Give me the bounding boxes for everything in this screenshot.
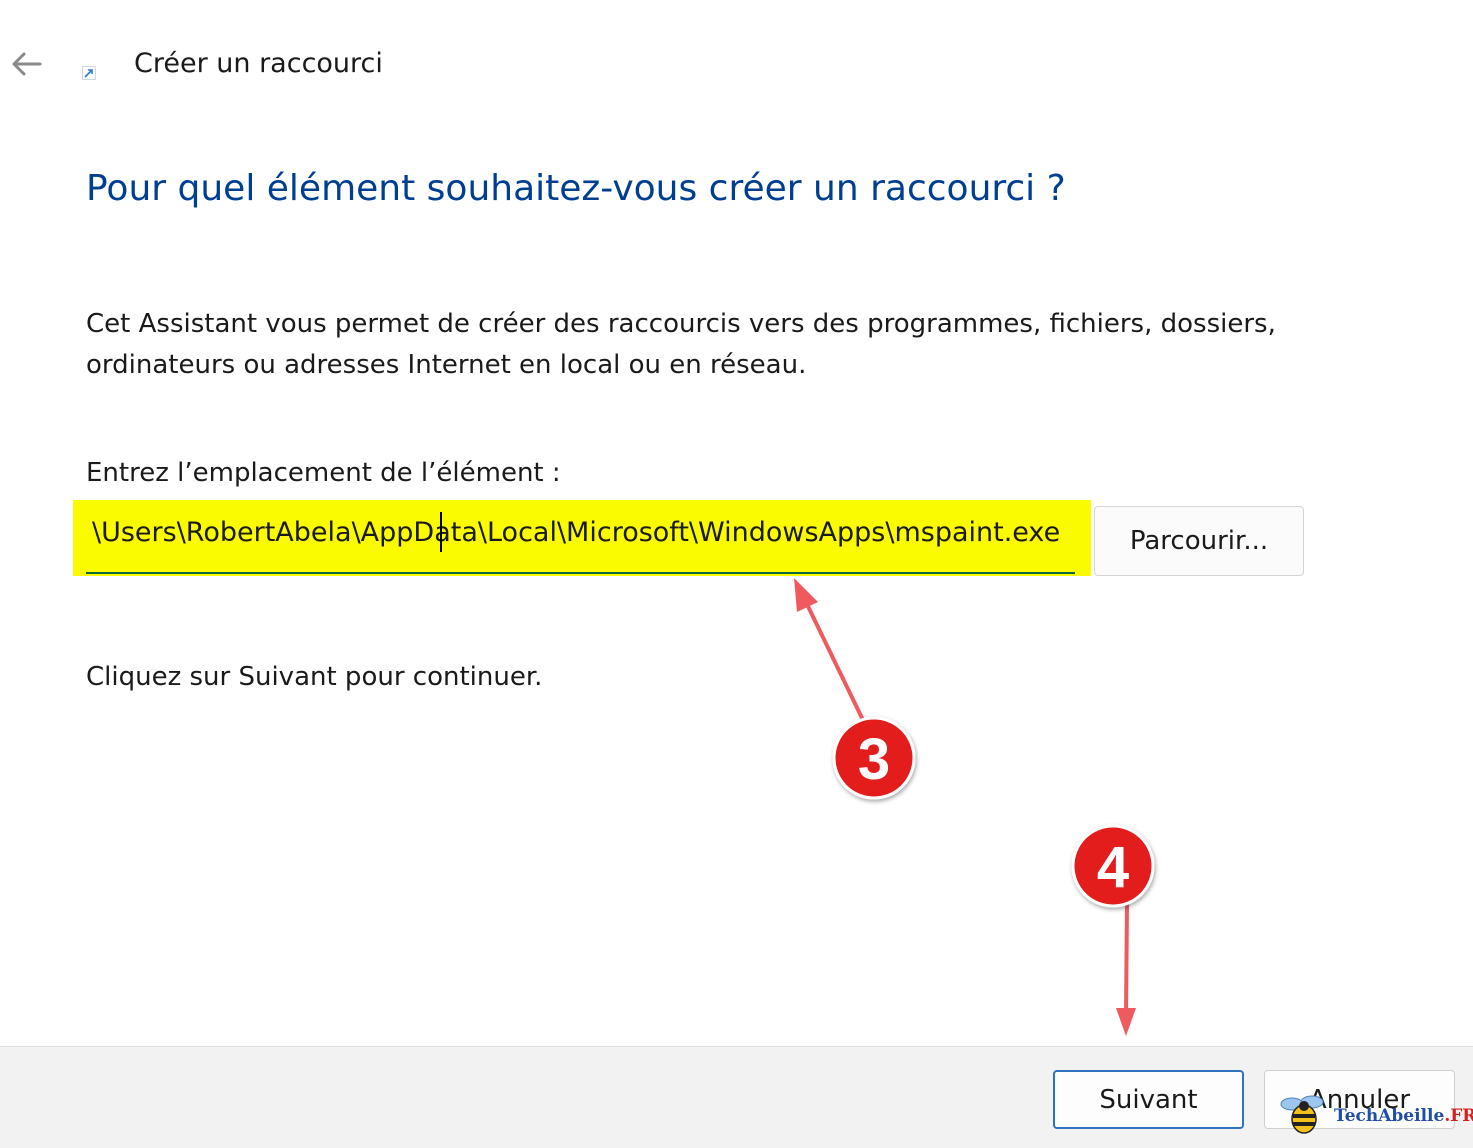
page-heading: Pour quel élément souhaitez-vous créer u… — [86, 168, 1066, 209]
annotation-arrow-4 — [1116, 902, 1136, 1036]
annotation-number-4: 4 — [1097, 835, 1129, 900]
continue-instruction: Cliquez sur Suivant pour continuer. — [86, 662, 543, 692]
location-label: Entrez l’emplacement de l’élément : — [86, 458, 561, 488]
location-input[interactable]: \Users\RobertAbela\AppData\Local\Microso… — [86, 506, 1075, 574]
shortcut-arrow-icon — [82, 66, 96, 80]
back-button[interactable] — [6, 44, 46, 84]
window-title: Créer un raccourci — [134, 48, 383, 79]
annotation-badge-4: 4 — [1071, 824, 1155, 908]
next-button[interactable]: Suivant — [1053, 1070, 1244, 1129]
annotation-arrow-3 — [794, 578, 864, 720]
dialog-footer — [0, 1046, 1473, 1148]
text-caret — [440, 512, 442, 552]
browse-button[interactable]: Parcourir... — [1094, 506, 1304, 576]
cancel-button[interactable]: Annuler — [1264, 1070, 1455, 1129]
wizard-description: Cet Assistant vous permet de créer des r… — [86, 309, 1276, 380]
arrow-left-icon — [12, 52, 42, 76]
annotation-badge-3: 3 — [832, 716, 916, 800]
annotation-number-3: 3 — [858, 727, 890, 792]
